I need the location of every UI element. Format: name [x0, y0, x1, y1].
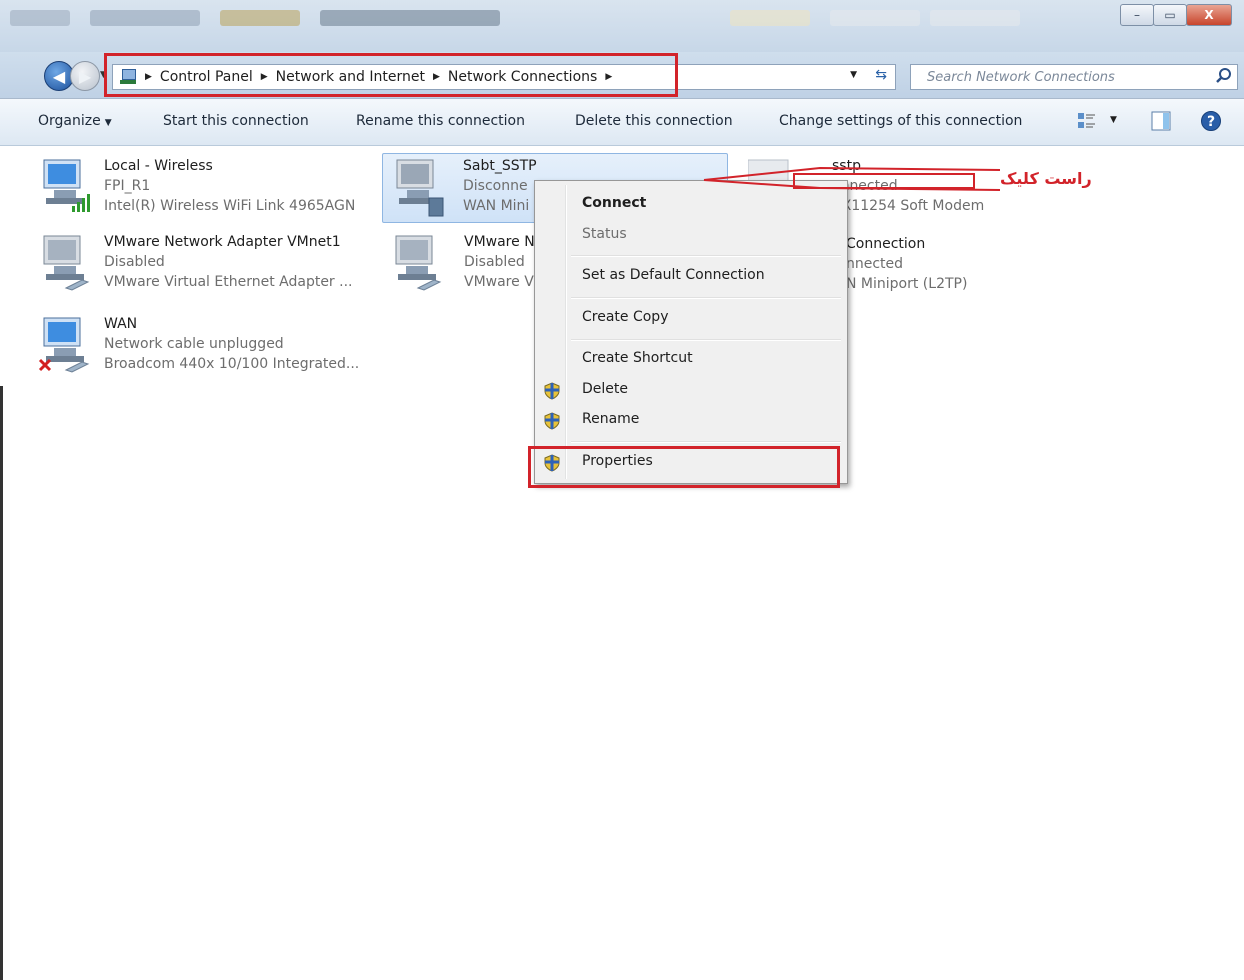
title-bar: – ▭ X	[0, 0, 1244, 52]
search-box[interactable]	[910, 64, 1238, 90]
refresh-icon[interactable]: ⇆	[875, 67, 887, 83]
connection-name: VMware Network Adapter VMnet1	[104, 234, 341, 250]
connection-name: VMware N	[464, 234, 535, 250]
maximize-button[interactable]: ▭	[1153, 4, 1187, 26]
blurred-background	[930, 10, 1020, 26]
forward-button[interactable]: ▶	[70, 61, 100, 91]
back-arrow-icon: ◀	[52, 66, 66, 86]
menu-separator	[571, 255, 841, 257]
minimize-button[interactable]: –	[1120, 4, 1154, 26]
menu-separator	[571, 297, 841, 299]
connection-status: nnected	[846, 256, 904, 272]
blurred-background	[220, 10, 300, 26]
organize-label: Organize	[38, 113, 101, 129]
connection-device: N Miniport (L2TP)	[846, 276, 968, 292]
delete-connection-button[interactable]: Delete this connection	[575, 113, 733, 129]
context-menu: Connect Status Set as Default Connection…	[534, 180, 848, 484]
menu-gutter	[565, 185, 567, 479]
connection-device: Broadcom 440x 10/100 Integrated...	[104, 356, 360, 372]
close-button[interactable]: X	[1186, 4, 1232, 26]
ethernet-disabled-icon	[43, 235, 90, 291]
command-bar: Organize ▼ Start this connection Rename t…	[0, 99, 1244, 146]
list-item[interactable]: Local - Wireless FPI_R1 Intel(R) Wireles…	[36, 154, 366, 224]
ethernet-unplugged-icon	[38, 317, 90, 373]
menu-item-set-default[interactable]: Set as Default Connection	[582, 267, 765, 283]
menu-item-delete[interactable]: Delete	[582, 381, 628, 397]
view-options-icon[interactable]	[1076, 110, 1098, 132]
connection-name: WAN	[104, 316, 138, 332]
search-icon[interactable]	[1215, 67, 1233, 85]
start-connection-button[interactable]: Start this connection	[163, 113, 309, 129]
highlight-box-address	[104, 53, 678, 97]
connection-device: Intel(R) Wireless WiFi Link 4965AGN	[104, 198, 356, 214]
annotation-arrow-icon	[703, 166, 1000, 191]
ethernet-disabled-icon	[395, 235, 442, 291]
shield-icon	[544, 412, 560, 430]
connection-status: Disabled	[104, 254, 165, 270]
help-icon[interactable]: ?	[1200, 110, 1222, 132]
blurred-background	[830, 10, 920, 26]
menu-item-connect[interactable]: Connect	[582, 195, 646, 211]
change-settings-button[interactable]: Change settings of this connection	[779, 113, 1022, 129]
menu-item-create-shortcut[interactable]: Create Shortcut	[582, 350, 693, 366]
forward-arrow-icon: ▶	[78, 66, 92, 86]
vpn-network-icon	[396, 159, 444, 217]
menu-item-status: Status	[582, 226, 627, 242]
list-item[interactable]: WAN Network cable unplugged Broadcom 440…	[36, 312, 366, 382]
window-controls: – ▭ X	[1120, 4, 1232, 26]
list-item[interactable]: Connection nnected N Miniport (L2TP)	[846, 232, 1046, 302]
preview-pane-icon[interactable]	[1150, 110, 1172, 132]
annotation-label: راست کلیک	[1000, 169, 1092, 188]
shield-icon	[544, 382, 560, 400]
connection-status: Disabled	[464, 254, 525, 270]
address-dropdown-icon[interactable]: ▼	[850, 70, 857, 80]
left-edge-bar	[0, 386, 3, 980]
list-item[interactable]: VMware N Disabled VMware V	[388, 230, 538, 300]
menu-separator	[571, 441, 841, 443]
blurred-background	[10, 10, 70, 26]
chevron-down-icon: ▼	[104, 118, 112, 128]
blurred-background	[730, 10, 810, 26]
connection-status: Disconne	[463, 178, 528, 194]
view-dropdown-icon[interactable]: ▼	[1110, 115, 1117, 125]
menu-separator	[571, 339, 841, 341]
wireless-network-icon	[43, 159, 90, 212]
svg-text:?: ?	[1207, 114, 1215, 130]
organize-menu[interactable]: Organize ▼	[38, 113, 112, 129]
menu-item-rename[interactable]: Rename	[582, 411, 639, 427]
blurred-background	[90, 10, 200, 26]
connection-device: VMware Virtual Ethernet Adapter ...	[104, 274, 353, 290]
connection-device: VMware V	[464, 274, 534, 290]
rename-connection-button[interactable]: Rename this connection	[356, 113, 525, 129]
connection-name: Sabt_SSTP	[463, 158, 537, 174]
connection-status: FPI_R1	[104, 178, 151, 194]
menu-item-create-copy[interactable]: Create Copy	[582, 309, 668, 325]
highlight-box-properties	[528, 446, 840, 488]
connection-name: Local - Wireless	[104, 158, 213, 174]
blurred-background	[320, 10, 500, 26]
connection-device: WAN Mini	[463, 198, 530, 214]
list-item[interactable]: VMware Network Adapter VMnet1 Disabled V…	[36, 230, 366, 300]
connection-name: Connection	[846, 236, 926, 252]
search-input[interactable]	[925, 65, 1189, 89]
connection-status: Network cable unplugged	[104, 336, 284, 352]
